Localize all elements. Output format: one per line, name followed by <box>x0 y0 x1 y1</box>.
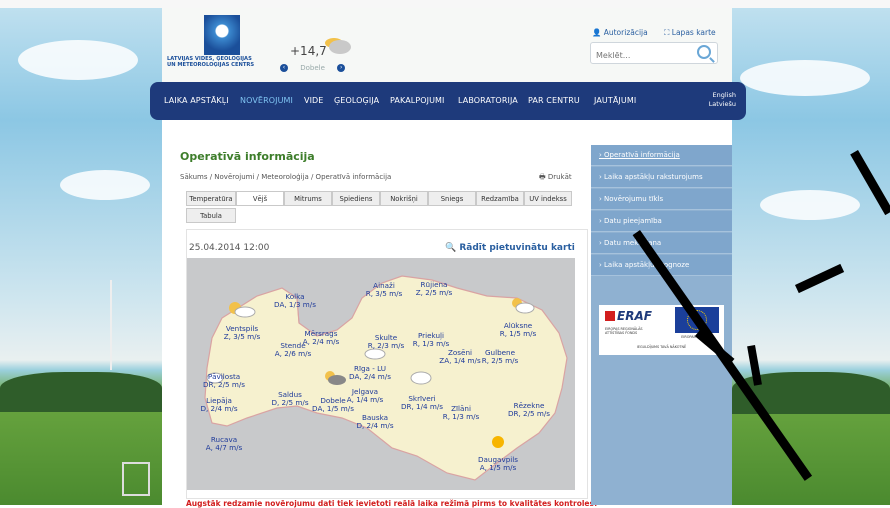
header-links: 👤 Autorizācija ⛶ Lapas karte <box>592 28 716 38</box>
tab-pressure[interactable]: Spiediens <box>332 191 380 206</box>
sidebar: › Operatīvā informācija › Laika apstākļu… <box>591 145 732 505</box>
eraf-flag-icon <box>605 311 615 321</box>
sun-icon <box>492 436 504 448</box>
station-wind: DA, 1/5 m/s <box>312 404 354 413</box>
logo-text: LATVIJAS VIDES, ĢEOLOĢIJAS UN METEOROLOĢ… <box>167 56 255 68</box>
station-wind: A, 2/6 m/s <box>275 349 312 358</box>
tab-table[interactable]: Tabula <box>186 208 236 223</box>
data-quality-warning: Augstāk redzamie novērojumu dati tiek ie… <box>186 499 598 508</box>
cloud-icon <box>410 371 432 385</box>
tab-temperature[interactable]: Temperatūra <box>186 191 236 206</box>
sidebar-item-label: Datu meklēšana <box>604 239 662 247</box>
station-wind: R, 2/3 m/s <box>368 341 405 350</box>
nav-item-questions[interactable]: JAUTĀJUMI <box>594 96 636 105</box>
eraf-label: ERAF <box>617 309 652 323</box>
station-wind: DR, 2/5 m/s <box>203 380 245 389</box>
station-wind: A, 2/4 m/s <box>303 337 340 346</box>
sidebar-item-operative-info[interactable]: › Operatīvā informācija <box>591 145 732 166</box>
search-input[interactable] <box>591 46 694 65</box>
station-wind: A, 4/7 m/s <box>206 443 243 452</box>
map-panel: 25.04.2014 12:00 🔍 Rādīt pietuvinātu kar… <box>186 229 588 499</box>
city-name: Dobele <box>300 64 325 72</box>
show-map-label: Rādīt pietuvinātu karti <box>459 243 575 253</box>
sitemap-icon: ⛶ <box>664 28 670 37</box>
sitemap-link[interactable]: Lapas karte <box>672 28 716 37</box>
station-wind: DA, 2/4 m/s <box>349 372 391 381</box>
user-icon: 👤 <box>592 28 602 37</box>
station-wind: Z, 2/5 m/s <box>416 288 453 297</box>
sidebar-item-label: Operatīvā informācija <box>604 151 680 159</box>
prev-city-icon[interactable]: ‹ <box>280 64 288 72</box>
observation-date: 25.04.2014 12:00 <box>189 243 270 253</box>
tab-precipitation[interactable]: Nokrišņi <box>380 191 428 206</box>
tab-uv-index[interactable]: UV indekss <box>524 191 572 206</box>
sidebar-item-data-availability[interactable]: › Datu pieejamība <box>591 211 732 232</box>
station-wind: DA, 1/3 m/s <box>274 300 316 309</box>
station-wind: D, 2/4 m/s <box>356 421 393 430</box>
tab-humidity[interactable]: Mitrums <box>284 191 332 206</box>
search-box <box>590 42 718 65</box>
sidebar-item-label: Laika apstākļu raksturojums <box>604 173 703 181</box>
lang-latvian[interactable]: Latviešu <box>709 100 736 109</box>
lang-english[interactable]: English <box>709 91 736 100</box>
lvgmc-logo[interactable] <box>204 15 240 55</box>
sidebar-item-observation-network[interactable]: › Novērojumu tīkls <box>591 189 732 210</box>
dark-cloud-icon <box>328 375 346 385</box>
tab-snow[interactable]: Sniegs <box>428 191 476 206</box>
station-wind: DR, 2/5 m/s <box>508 409 550 418</box>
station-wind: D, 2/5 m/s <box>271 398 308 407</box>
print-link[interactable]: 🖶 Drukāt <box>539 173 572 184</box>
station-wind: A, 1/4 m/s <box>347 395 384 404</box>
print-label: Drukāt <box>547 173 572 181</box>
station-wind: Z, 3/5 m/s <box>224 332 261 341</box>
nav-item-environment[interactable]: VIDE <box>304 96 323 105</box>
partly-cloudy-icon <box>329 40 351 54</box>
tab-visibility[interactable]: Redzamība <box>476 191 524 206</box>
nav-item-services[interactable]: PAKALPOJUMI <box>390 96 445 105</box>
sidebar-item-label: Novērojumu tīkls <box>604 195 664 203</box>
nav-item-observations[interactable]: NOVĒROJUMI <box>240 96 293 105</box>
tab-wind[interactable]: Vējš <box>236 191 284 206</box>
station-wind: R, 1/3 m/s <box>443 412 480 421</box>
eraf-left-caption: EIROPAS REĢIONĀLĀS ATTĪSTĪBAS FONDS <box>605 327 643 335</box>
cloud-icon <box>364 348 386 360</box>
main-navigation: LAIKA APSTĀKĻI NOVĒROJUMI VIDE ĢEOLOĢIJA… <box>150 82 746 120</box>
sidebar-item-data-search[interactable]: › Datu meklēšana <box>591 233 732 254</box>
sidebar-item-label: Laika apstākļu prognoze <box>604 261 690 269</box>
current-temperature: +14,7 <box>290 44 327 58</box>
nav-item-geology[interactable]: ĢEOLOĢIJA <box>334 96 379 105</box>
language-switcher: English Latviešu <box>709 91 736 109</box>
station-wind: R, 1/3 m/s <box>413 339 450 348</box>
sidebar-item-label: Datu pieejamība <box>604 217 662 225</box>
breadcrumb[interactable]: Sākums / Novērojumi / Meteoroloģija / Op… <box>180 173 391 181</box>
station-wind: R, 3/5 m/s <box>366 289 403 298</box>
authorization-link[interactable]: Autorizācija <box>604 28 648 37</box>
station-wind: DR, 1/4 m/s <box>401 402 443 411</box>
latvia-wind-map: Kolka DA, 1/3 m/s Ainaži R, 3/5 m/s Rūji… <box>187 258 575 490</box>
station-wind: ZA, 1/4 m/s <box>439 356 481 365</box>
search-icon[interactable] <box>697 45 711 59</box>
sidebar-item-weather-description[interactable]: › Laika apstākļu raksturojums <box>591 167 732 188</box>
nav-item-weather[interactable]: LAIKA APSTĀKĻI <box>164 96 229 105</box>
cloud-icon <box>234 306 256 318</box>
nav-item-laboratory[interactable]: LABORATORIJA <box>458 96 518 105</box>
next-city-icon[interactable]: › <box>337 64 346 72</box>
station-wind: R, 1/5 m/s <box>500 329 537 338</box>
site-header: LATVIJAS VIDES, ĢEOLOĢIJAS UN METEOROLOĢ… <box>162 8 732 82</box>
city-selector: ‹ Dobele › <box>280 64 346 72</box>
station-wind: R, 2/5 m/s <box>482 356 519 365</box>
cloud-icon <box>515 302 535 314</box>
magnifier-icon: 🔍 <box>445 243 457 253</box>
printer-icon: 🖶 <box>539 173 546 181</box>
show-zoomed-map-link[interactable]: 🔍 Rādīt pietuvinātu karti <box>445 243 575 253</box>
page-title: Operatīvā informācija <box>180 150 315 163</box>
station-wind: A, 1/5 m/s <box>480 463 517 472</box>
station-wind: D, 2/4 m/s <box>200 404 237 413</box>
nav-item-about[interactable]: PAR CENTRU <box>528 96 580 105</box>
